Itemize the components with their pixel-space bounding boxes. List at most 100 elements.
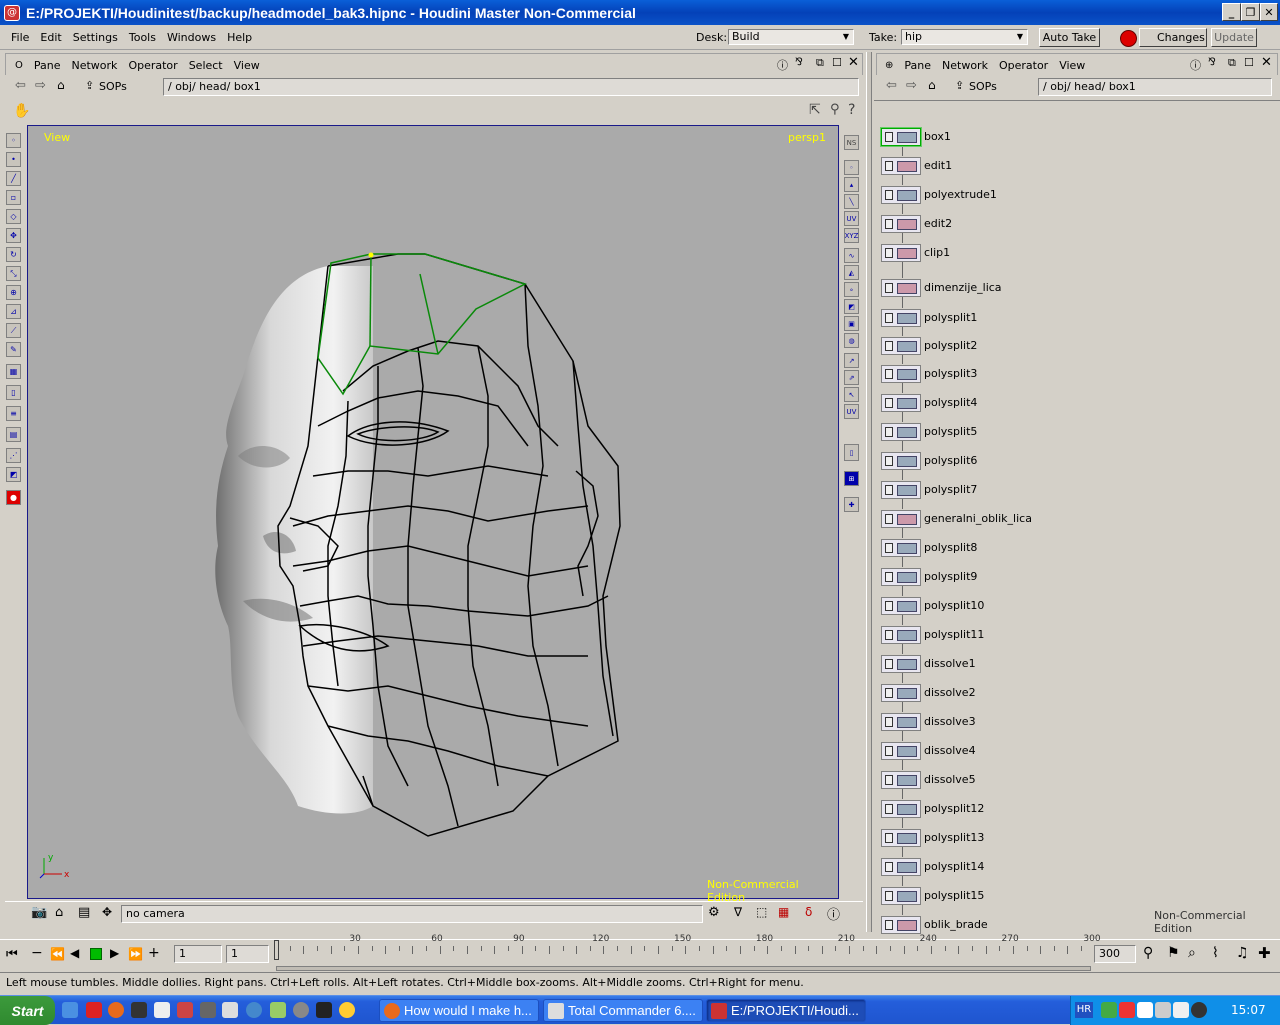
node-icon[interactable]: [881, 127, 921, 146]
node-icon[interactable]: [881, 654, 921, 673]
gun-icon[interactable]: [200, 1002, 216, 1018]
display-prim-icon[interactable]: ◭: [844, 265, 859, 280]
node-dissolve1[interactable]: dissolve1: [881, 654, 976, 673]
node-polysplit1[interactable]: polysplit1: [881, 308, 977, 327]
play-icon[interactable]: ▶: [110, 946, 119, 960]
clipboard-icon[interactable]: ▤: [78, 905, 90, 920]
translate-tool-icon[interactable]: ✥: [6, 228, 21, 243]
pane-link-icon[interactable]: ⅋: [1208, 57, 1216, 68]
display-shaded-icon[interactable]: ▣: [844, 316, 859, 331]
node-flag-icon[interactable]: [885, 890, 893, 901]
display-ghost-icon[interactable]: ◍: [844, 333, 859, 348]
render-icon[interactable]: ▦: [778, 905, 789, 919]
menu-edit[interactable]: Edit: [40, 31, 61, 44]
first-frame-icon[interactable]: ⏮: [6, 947, 18, 962]
node-flag-icon[interactable]: [885, 455, 893, 466]
node-flag-icon[interactable]: [885, 397, 893, 408]
node-flag-icon[interactable]: [885, 600, 893, 611]
spade-icon[interactable]: [316, 1002, 332, 1018]
node-flag-icon[interactable]: [885, 542, 893, 553]
node-flag-icon[interactable]: [885, 658, 893, 669]
desk-select[interactable]: Build ▼: [728, 29, 854, 45]
display-faces-icon[interactable]: ◩: [844, 299, 859, 314]
pane-close-icon[interactable]: ✕: [848, 55, 859, 70]
sun-icon[interactable]: [339, 1002, 355, 1018]
handle-tool-icon[interactable]: ⊿: [6, 304, 21, 319]
display-xyz-icon[interactable]: XYZ: [844, 228, 859, 243]
node-icon[interactable]: [881, 480, 921, 499]
node-icon[interactable]: [881, 156, 921, 175]
pane-link-icon[interactable]: ⅋: [795, 57, 803, 68]
network-pane-icon[interactable]: ⊕: [885, 60, 893, 71]
right-menu-pane[interactable]: Pane: [904, 59, 931, 72]
display-uv-icon[interactable]: UV: [844, 211, 859, 226]
globe-icon[interactable]: [246, 1002, 262, 1018]
hand-tool-icon[interactable]: ✋: [13, 103, 30, 119]
keyframe-icon[interactable]: ⚑: [1167, 945, 1180, 961]
play-back-icon[interactable]: ◀: [70, 946, 79, 960]
display-add-icon[interactable]: ✚: [844, 497, 859, 512]
graph-icon[interactable]: ⌇: [1212, 945, 1219, 961]
left-menu-network[interactable]: Network: [72, 59, 118, 72]
menu-windows[interactable]: Windows: [167, 31, 216, 44]
node-polysplit3[interactable]: polysplit3: [881, 364, 977, 383]
node-polysplit9[interactable]: polysplit9: [881, 567, 977, 586]
firefox-icon[interactable]: [108, 1002, 124, 1018]
node-flag-icon[interactable]: [885, 247, 893, 258]
tray-app-icon[interactable]: [1101, 1002, 1117, 1018]
node-icon[interactable]: [881, 243, 921, 262]
node-icon[interactable]: [881, 712, 921, 731]
prev-key-icon[interactable]: ⏪: [50, 947, 65, 961]
object-select-icon[interactable]: ◇: [6, 209, 21, 224]
node-flag-icon[interactable]: [885, 745, 893, 756]
back-arrow-icon[interactable]: ⇦: [15, 78, 26, 93]
pose-tool-icon[interactable]: ⟋: [6, 323, 21, 338]
magnet-icon[interactable]: ⋰: [6, 448, 21, 463]
record-icon[interactable]: [1120, 30, 1137, 47]
node-icon[interactable]: [881, 857, 921, 876]
node-dissolve4[interactable]: dissolve4: [881, 741, 976, 760]
pane-maximize-icon[interactable]: ☐: [1244, 56, 1254, 69]
ati-icon[interactable]: [1119, 1002, 1135, 1018]
3d-viewport[interactable]: View persp1 Non-Commercial Edition x y: [27, 125, 839, 904]
take-select[interactable]: hip ▼: [901, 29, 1028, 45]
node-polysplit7[interactable]: polysplit7: [881, 480, 977, 499]
node-flag-icon[interactable]: [885, 716, 893, 727]
home-view-icon[interactable]: ⌂: [55, 905, 63, 920]
end-frame-field[interactable]: 300: [1094, 945, 1136, 963]
tray-disk-icon[interactable]: [1191, 1002, 1207, 1018]
pane-split-icon[interactable]: ⧉: [816, 56, 824, 70]
filter-icon[interactable]: ∇: [734, 905, 742, 919]
minus-icon[interactable]: −: [31, 945, 43, 961]
node-icon[interactable]: [881, 364, 921, 383]
restore-button[interactable]: ❐: [1241, 3, 1260, 21]
quicklaunch-app-icon[interactable]: [86, 1002, 102, 1018]
forward-arrow-icon[interactable]: ⇨: [906, 78, 917, 93]
node-polysplit15[interactable]: polysplit15: [881, 886, 984, 905]
snap-prim-icon[interactable]: ▯: [6, 385, 21, 400]
node-dissolve2[interactable]: dissolve2: [881, 683, 976, 702]
task-total-commander[interactable]: Total Commander 6....: [543, 999, 703, 1022]
node-flag-icon[interactable]: [885, 861, 893, 872]
node-dissolve5[interactable]: dissolve5: [881, 770, 976, 789]
display-curve-icon[interactable]: ∿: [844, 248, 859, 263]
edge-select-icon[interactable]: ╱: [6, 171, 21, 186]
node-icon[interactable]: [881, 567, 921, 586]
node-flag-icon[interactable]: [885, 571, 893, 582]
camera-icon[interactable]: 📷: [31, 905, 47, 920]
node-icon[interactable]: [881, 828, 921, 847]
node-edit1[interactable]: edit1: [881, 156, 952, 175]
display-points-icon[interactable]: ◦: [844, 160, 859, 175]
node-icon[interactable]: [881, 451, 921, 470]
snap-grid-icon[interactable]: ▦: [6, 364, 21, 379]
node-flag-icon[interactable]: [885, 312, 893, 323]
node-clip1[interactable]: clip1: [881, 243, 950, 262]
music-icon[interactable]: [270, 1002, 286, 1018]
node-icon[interactable]: [881, 538, 921, 557]
pane-o-icon[interactable]: O: [15, 60, 23, 71]
right-context-label[interactable]: SOPs: [969, 80, 997, 93]
node-flag-icon[interactable]: [885, 189, 893, 200]
brush-tool-icon[interactable]: ✎: [6, 342, 21, 357]
left-context-label[interactable]: SOPs: [99, 80, 127, 93]
node-icon[interactable]: [881, 625, 921, 644]
